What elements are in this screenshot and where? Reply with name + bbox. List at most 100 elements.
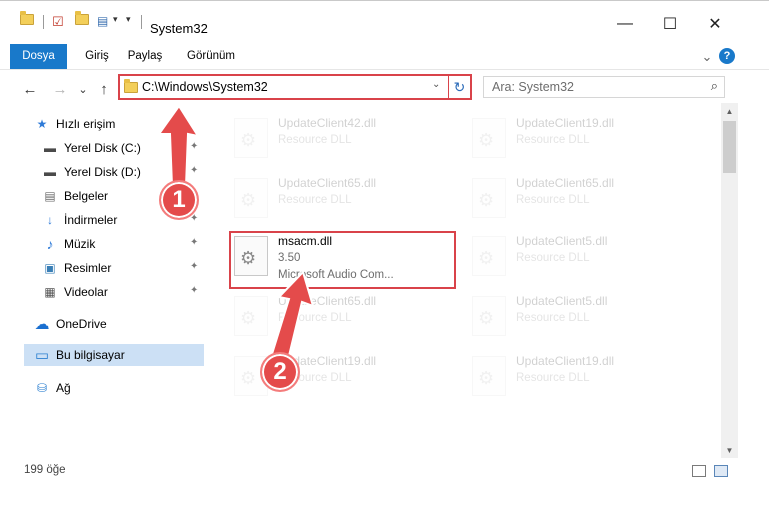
- file-name: UpdateClient42.dll: [278, 116, 377, 130]
- chevron-down-icon[interactable]: ▾: [113, 14, 118, 25]
- sidebar-item-music[interactable]: ♪ Müzik: [42, 233, 96, 255]
- search-icon[interactable]: ⌕: [711, 78, 718, 94]
- minimize-button[interactable]: —: [602, 9, 648, 39]
- file-tile[interactable]: ⚙ UpdateClient19.dll Resource DLL: [450, 108, 675, 164]
- forward-button[interactable]: →: [50, 80, 70, 98]
- search-placeholder[interactable]: Ara: System32: [492, 80, 574, 94]
- network-icon: ⛁: [36, 381, 48, 395]
- cloud-icon: ☁: [34, 316, 50, 333]
- chevron-down-icon[interactable]: ⌄: [432, 79, 440, 90]
- step-1-badge: 1: [159, 180, 199, 220]
- file-name: UpdateClient5.dll: [516, 234, 608, 248]
- sidebar-item-label: Belgeler: [64, 189, 109, 203]
- status-bar: 199 öğe: [0, 458, 769, 482]
- large-icons-view-icon[interactable]: [714, 465, 728, 477]
- tab-share[interactable]: Paylaş: [124, 44, 166, 69]
- download-icon: ↓: [47, 213, 53, 227]
- sidebar-item-label: Yerel Disk (C:): [64, 141, 141, 155]
- file-description: Resource DLL: [278, 194, 352, 206]
- file-description: Resource DLL: [278, 312, 352, 324]
- sidebar-item-label: Resimler: [64, 261, 112, 275]
- ribbon: Dosya Giriş Paylaş Görünüm ⌄ ?: [0, 42, 769, 70]
- details-view-icon[interactable]: [692, 465, 706, 477]
- file-tile[interactable]: ⚙ UpdateClient19.dll Resource DLL: [450, 346, 675, 402]
- highlight-box: [229, 231, 456, 289]
- dll-file-icon: ⚙: [472, 236, 506, 276]
- sidebar-item-label: Müzik: [64, 237, 96, 251]
- divider: [43, 15, 44, 29]
- dll-file-icon: ⚙: [472, 356, 506, 396]
- recent-locations-button[interactable]: ⌄: [73, 80, 93, 98]
- sidebar-item-pictures[interactable]: ▣ Resimler: [42, 257, 111, 279]
- close-button[interactable]: ✕: [692, 9, 738, 39]
- step-2-badge: 2: [260, 352, 300, 392]
- tab-home[interactable]: Giriş: [80, 44, 114, 69]
- star-icon: ★: [36, 117, 48, 131]
- file-tile[interactable]: ⚙ UpdateClient5.dll Resource DLL: [450, 286, 675, 342]
- scroll-up-icon[interactable]: ▲: [721, 103, 738, 119]
- file-name: UpdateClient65.dll: [278, 176, 377, 190]
- file-name: UpdateClient5.dll: [516, 294, 608, 308]
- sidebar-item-quick-access[interactable]: ★ Hızlı erişim: [34, 113, 116, 135]
- refresh-button[interactable]: ↻: [448, 76, 470, 98]
- sidebar-item-downloads[interactable]: ↓ İndirmeler: [42, 209, 117, 231]
- tab-file[interactable]: Dosya: [10, 44, 67, 69]
- tab-view[interactable]: Görünüm: [185, 44, 237, 69]
- dll-file-icon: ⚙: [472, 178, 506, 218]
- address-bar[interactable]: C:\Windows\System32 ⌄ ↻: [118, 74, 472, 100]
- sidebar-item-label: Bu bilgisayar: [56, 348, 125, 362]
- computer-icon: ▭: [34, 347, 50, 364]
- vertical-scrollbar[interactable]: ▲ ▼: [721, 103, 738, 458]
- file-tile[interactable]: ⚙ UpdateClient65.dll Resource DLL: [212, 168, 437, 224]
- window-title: System32: [150, 21, 208, 36]
- address-path[interactable]: C:\Windows\System32: [142, 80, 268, 94]
- file-description: Resource DLL: [516, 372, 590, 384]
- file-tile[interactable]: ⚙ UpdateClient65.dll Resource DLL: [450, 168, 675, 224]
- new-folder-icon[interactable]: [75, 11, 89, 25]
- sidebar-item-label: İndirmeler: [64, 213, 118, 227]
- customize-toolbar-icon[interactable]: ▾: [126, 14, 131, 25]
- maximize-button[interactable]: ☐: [647, 9, 693, 39]
- pin-icon[interactable]: ✦: [190, 237, 198, 248]
- sidebar-item-label: OneDrive: [56, 317, 107, 331]
- title-bar: ☑ ▤ ▾ ▾ System32 — ☐ ✕: [0, 0, 769, 42]
- sidebar-item-local-disk-c[interactable]: ▬ Yerel Disk (C:): [42, 137, 141, 159]
- pin-icon[interactable]: ✦: [190, 165, 198, 176]
- up-button[interactable]: ↑: [94, 80, 114, 98]
- dll-file-icon: ⚙: [234, 178, 268, 218]
- file-description: Resource DLL: [516, 252, 590, 264]
- pin-icon[interactable]: ✦: [190, 285, 198, 296]
- drive-icon: ▬: [44, 141, 56, 155]
- sidebar-item-label: Yerel Disk (D:): [64, 165, 141, 179]
- file-tile[interactable]: ⚙ UpdateClient42.dll Resource DLL: [212, 108, 437, 164]
- file-tile[interactable]: ⚙ UpdateClient19.dll Resource DLL: [212, 346, 437, 402]
- sidebar-item-onedrive[interactable]: ☁ OneDrive: [34, 313, 107, 335]
- sidebar-item-this-pc[interactable]: ▭ Bu bilgisayar: [24, 344, 204, 366]
- bottom-strip: [0, 482, 769, 511]
- scroll-down-icon[interactable]: ▼: [721, 442, 738, 458]
- file-name: UpdateClient19.dll: [516, 116, 615, 130]
- file-name: UpdateClient65.dll: [278, 294, 377, 308]
- back-button[interactable]: ←: [20, 80, 40, 98]
- sidebar-item-local-disk-d[interactable]: ▬ Yerel Disk (D:): [42, 161, 141, 183]
- properties-icon[interactable]: ☑: [52, 14, 64, 30]
- search-box[interactable]: Ara: System32 ⌕: [483, 76, 725, 98]
- file-name: UpdateClient65.dll: [516, 176, 615, 190]
- help-icon[interactable]: ?: [719, 48, 735, 64]
- pin-icon[interactable]: ✦: [190, 141, 198, 152]
- expand-ribbon-icon[interactable]: ⌄: [699, 44, 715, 69]
- file-name: UpdateClient19.dll: [516, 354, 615, 368]
- sidebar-item-network[interactable]: ⛁ Ağ: [34, 377, 71, 399]
- file-tile[interactable]: ⚙ UpdateClient65.dll Resource DLL: [212, 286, 437, 342]
- dll-file-icon: ⚙: [234, 118, 268, 158]
- folder-icon: [20, 11, 34, 25]
- sidebar-item-videos[interactable]: ▦ Videolar: [42, 281, 107, 303]
- view-options-icon[interactable]: ▤: [97, 14, 108, 28]
- file-description: Resource DLL: [278, 134, 352, 146]
- file-tile[interactable]: ⚙ UpdateClient5.dll Resource DLL: [450, 226, 675, 282]
- video-icon: ▦: [44, 285, 56, 299]
- pin-icon[interactable]: ✦: [190, 261, 198, 272]
- sidebar-item-documents[interactable]: ▤ Belgeler: [42, 185, 108, 207]
- scrollbar-thumb[interactable]: [723, 121, 736, 173]
- folder-icon: [124, 79, 138, 93]
